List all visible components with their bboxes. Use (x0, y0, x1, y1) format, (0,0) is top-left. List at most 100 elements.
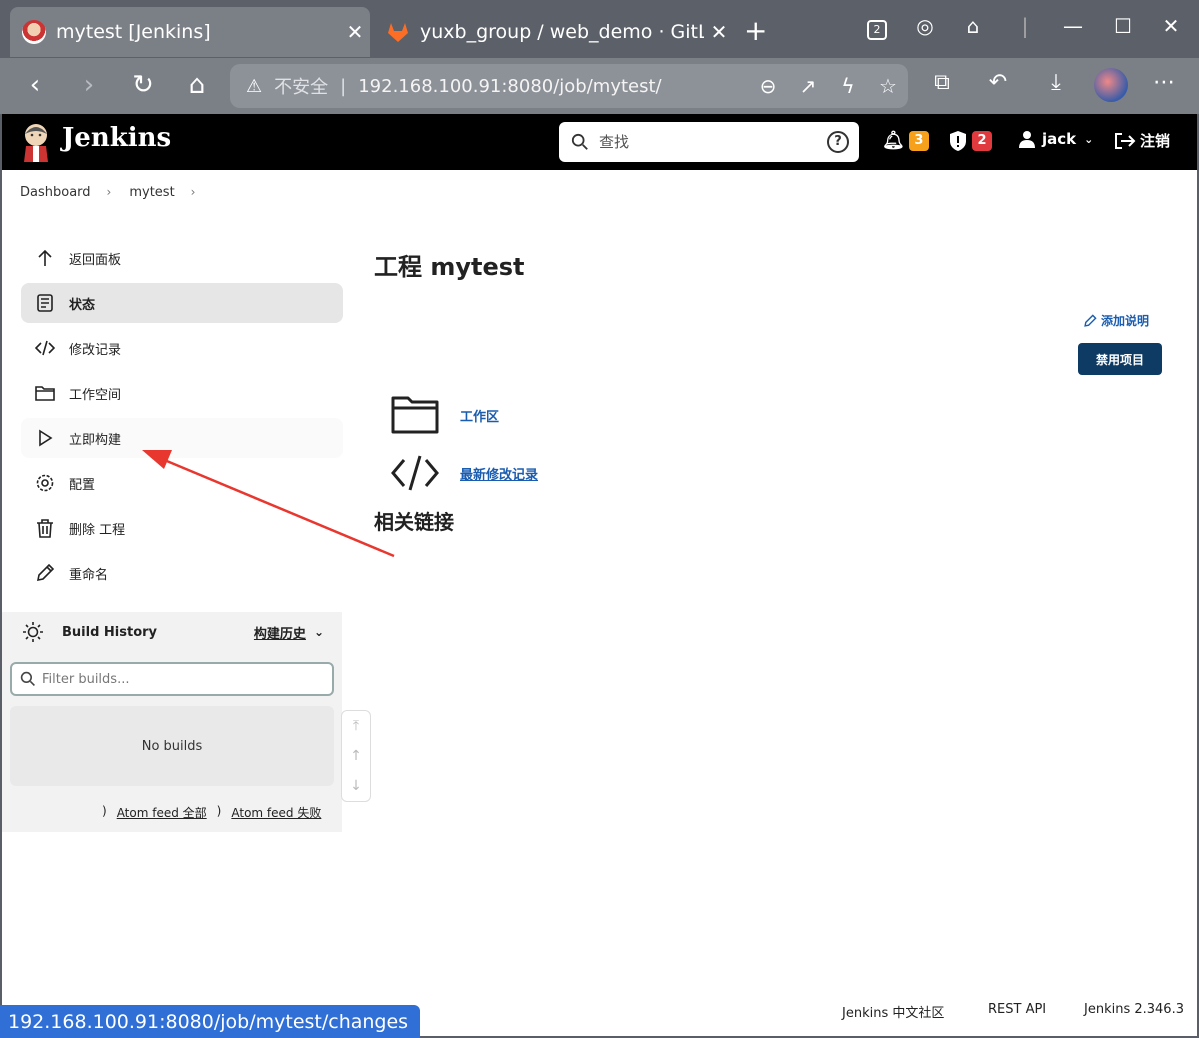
recent-changes-label: 最新修改记录 (460, 467, 539, 483)
feed-fail-link[interactable]: Atom feed 失败 (231, 804, 321, 821)
sidebar-item-status[interactable]: 状态 (21, 283, 343, 323)
window-close-icon[interactable]: ✕ (1156, 14, 1186, 38)
bookmark-star-icon[interactable]: ☆ (868, 74, 908, 98)
code-icon (391, 455, 439, 491)
browser-tab-gitlab[interactable]: yuxb_group / web_demo · GitLab ✕ (374, 7, 734, 57)
sidebar-item-changes[interactable]: 修改记录 (21, 328, 343, 368)
address-bar[interactable]: ⚠ 不安全 | 192.168.100.91:8080/job/mytest/ … (230, 64, 908, 108)
sun-icon (23, 622, 43, 642)
bell-icon: 🔔︎ (882, 130, 905, 151)
jenkins-logo-icon[interactable] (20, 122, 52, 162)
build-pager: ⤒ ↑ ↓ (341, 710, 371, 802)
sidebar-item-label: 工作空间 (69, 387, 122, 403)
download-icon[interactable]: ⤓ (1038, 70, 1074, 95)
browser-tab-jenkins[interactable]: mytest [Jenkins] ✕ (10, 7, 370, 57)
lightning-icon[interactable]: ϟ (828, 74, 868, 98)
tab-count-icon[interactable]: 2 (862, 14, 892, 40)
logout-button[interactable]: 注销 (1114, 130, 1170, 151)
sidebar-item-delete[interactable]: 删除 工程 (21, 508, 343, 548)
no-builds-message: No builds (10, 706, 334, 786)
browser-tab-bar: mytest [Jenkins] ✕ yuxb_group / web_demo… (0, 0, 1199, 58)
build-history-link[interactable]: 构建历史 (254, 623, 306, 642)
footer-rest-api-link[interactable]: REST API (988, 1002, 1046, 1017)
reload-icon[interactable]: ↻ (126, 70, 160, 100)
arrow-up-icon (38, 249, 52, 266)
related-links-heading: 相关链接 (374, 510, 454, 534)
folder-icon (391, 396, 439, 434)
sidebar-item-configure[interactable]: 配置 (21, 463, 343, 503)
filter-builds-input[interactable] (42, 671, 332, 687)
disable-project-button[interactable]: 禁用项目 (1078, 343, 1162, 375)
url-separator: | (340, 75, 347, 97)
page-down-icon[interactable]: ↓ (350, 778, 362, 794)
search-box[interactable]: ? (559, 122, 859, 162)
extensions-icon[interactable]: ⧉ (924, 70, 960, 95)
tab-close-icon[interactable]: ✕ (704, 20, 734, 44)
page-up-icon[interactable]: ↑ (350, 748, 362, 764)
footer-version-link[interactable]: Jenkins 2.346.3 (1084, 1002, 1184, 1017)
tab-title: yuxb_group / web_demo · GitLab (420, 21, 704, 43)
security-button[interactable]: 2 (948, 130, 992, 152)
feed-all-link[interactable]: Atom feed 全部 (117, 804, 207, 821)
sidebar-item-back[interactable]: 返回面板 (21, 238, 343, 278)
maximize-icon[interactable]: ☐ (1108, 14, 1138, 38)
shirt-icon[interactable]: ⌂ (958, 14, 988, 38)
chevron-down-icon[interactable]: ⌄ (314, 625, 324, 639)
jenkins-page: Jenkins ? 🔔︎ 3 2 jack ⌄ 注销 Dashboard › m… (2, 114, 1197, 1036)
search-input[interactable] (599, 133, 827, 151)
filter-builds-field[interactable] (10, 662, 334, 696)
notifications-badge: 3 (908, 130, 929, 151)
zoom-icon[interactable]: ⊖ (748, 74, 788, 98)
sidebar-item-rename[interactable]: 重命名 (21, 553, 343, 593)
folder-icon (35, 386, 55, 401)
document-icon (37, 294, 53, 312)
chevron-right-icon[interactable]: › (191, 185, 196, 199)
code-icon (35, 340, 55, 356)
jenkins-favicon-icon (22, 20, 46, 44)
chevron-down-icon: ⌄ (1084, 132, 1094, 146)
user-menu[interactable]: jack ⌄ (1018, 130, 1093, 148)
build-history-panel: Build History 构建历史 ⌄ No builds ) Atom fe… (2, 612, 342, 832)
breadcrumb-mytest[interactable]: mytest (129, 185, 174, 200)
workspace-label: 工作区 (460, 409, 500, 425)
forward-icon[interactable]: › (72, 70, 106, 100)
url-text[interactable]: 192.168.100.91:8080/job/mytest/ (358, 76, 748, 97)
notifications-button[interactable]: 🔔︎ 3 (882, 130, 929, 151)
add-description-label: 添加说明 (1101, 314, 1150, 328)
menu-dots-icon[interactable]: ⋯ (1146, 70, 1182, 95)
sidebar-item-label: 返回面板 (69, 252, 122, 268)
insecure-label: 不安全 (274, 77, 329, 98)
jenkins-brand[interactable]: Jenkins (62, 123, 171, 153)
workspace-link[interactable]: 工作区 (390, 394, 499, 436)
breadcrumb-dashboard[interactable]: Dashboard (20, 185, 91, 200)
sidebar-item-build-now[interactable]: 立即构建 (21, 418, 343, 458)
recent-changes-link[interactable]: 最新修改记录 (390, 452, 538, 494)
profile-avatar[interactable] (1094, 68, 1128, 102)
share-icon[interactable]: ↗ (788, 74, 828, 98)
trash-icon (37, 519, 53, 538)
new-tab-icon[interactable]: + (744, 14, 767, 47)
breadcrumb: Dashboard › mytest › (2, 170, 1197, 214)
undo-icon[interactable]: ↶ (980, 70, 1016, 95)
atom-feeds: ) Atom feed 全部 ) Atom feed 失败 (102, 804, 331, 821)
user-icon (1019, 131, 1035, 148)
rss-icon: ) (102, 804, 107, 818)
chevron-right-icon: › (106, 185, 112, 199)
page-top-icon[interactable]: ⤒ (353, 718, 359, 734)
incognito-icon[interactable]: ◎ (910, 14, 940, 38)
shield-icon (950, 131, 966, 151)
logout-icon (1115, 132, 1136, 149)
sidebar-item-label: 删除 工程 (69, 522, 126, 538)
home-icon[interactable]: ⌂ (180, 70, 214, 100)
add-description-link[interactable]: 添加说明 (1083, 312, 1149, 329)
sidebar-item-label: 立即构建 (69, 432, 122, 448)
tab-title: mytest [Jenkins] (56, 21, 211, 43)
user-name: jack (1042, 130, 1077, 148)
jenkins-header: Jenkins ? 🔔︎ 3 2 jack ⌄ 注销 (2, 114, 1197, 170)
tab-close-icon[interactable]: ✕ (340, 20, 370, 44)
footer-community-link[interactable]: Jenkins 中文社区 (842, 1002, 944, 1021)
minimize-icon[interactable]: — (1058, 14, 1088, 38)
sidebar-item-workspace[interactable]: 工作空间 (21, 373, 343, 413)
help-icon[interactable]: ? (827, 131, 849, 153)
back-icon[interactable]: ‹ (18, 70, 52, 100)
